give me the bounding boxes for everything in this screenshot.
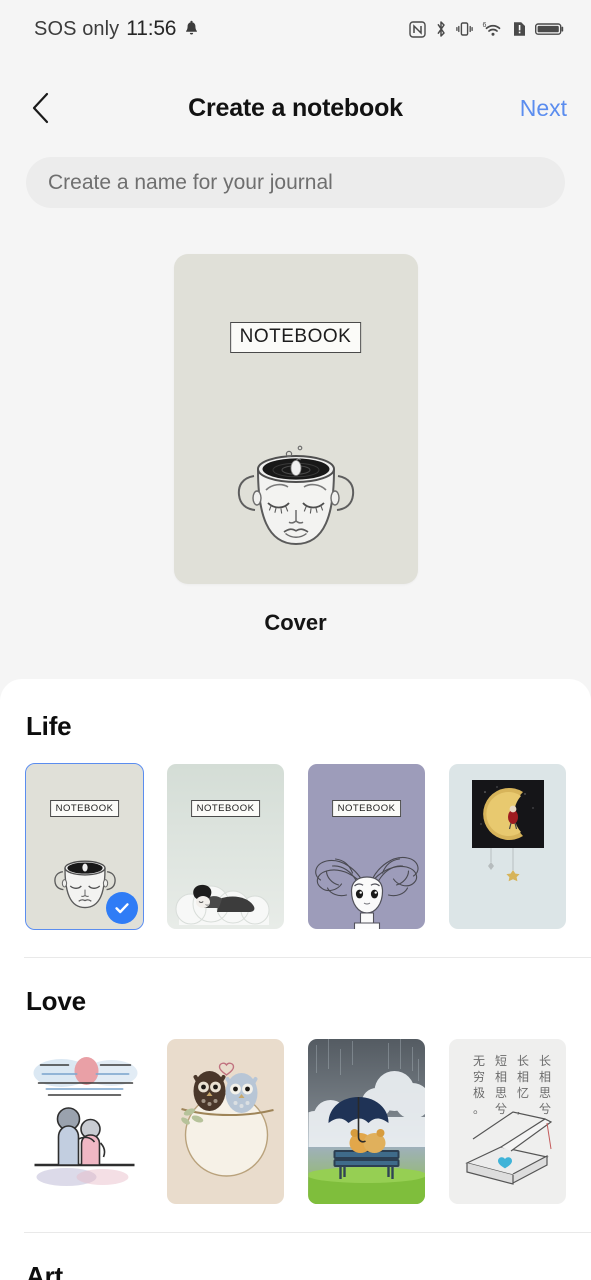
section-life: Life NOTEBOOK NOTEBOOK NOTEBOOK [0, 679, 591, 958]
thumb-notebook-label: NOTEBOOK [331, 800, 402, 817]
thumb-notebook-label: NOTEBOOK [49, 800, 120, 817]
calligraphy-open-box-illustration: 长相思兮 长相忆, 短相思兮 无穷极。 [464, 1054, 552, 1185]
svg-text:相: 相 [517, 1070, 529, 1084]
nfc-icon [409, 20, 426, 38]
cover-thumb-crescent-moon[interactable] [449, 764, 566, 929]
svg-text:兮: 兮 [495, 1102, 507, 1116]
battery-icon [535, 23, 564, 35]
carrier-label: SOS only [34, 17, 120, 40]
create-notebook-screen: SOS only 11:56 6 Create a notebook Next … [0, 0, 591, 1280]
selected-check-badge [106, 892, 138, 924]
girl-sleeping-on-clouds-illustration [175, 884, 269, 925]
alert-icon [514, 22, 525, 36]
cover-row-life: NOTEBOOK NOTEBOOK NOTEBOOK [0, 763, 591, 930]
section-title-love: Love [26, 986, 86, 1016]
face-cup-with-fish-illustration [237, 445, 354, 546]
svg-text:思: 思 [539, 1086, 551, 1100]
vibrate-icon [456, 22, 473, 36]
section-title-art: Art [26, 1261, 63, 1280]
svg-text:穷: 穷 [473, 1069, 485, 1084]
status-bar-right: 6 [409, 20, 565, 38]
thumb-notebook-label: NOTEBOOK [190, 800, 261, 817]
chevron-left-icon [32, 92, 49, 124]
svg-text:短: 短 [495, 1054, 507, 1068]
page-title: Create a notebook [188, 93, 403, 122]
page-header: Create a notebook Next [0, 80, 591, 136]
svg-text:无: 无 [473, 1054, 485, 1068]
teddy-bears-under-umbrella-illustration [308, 1039, 425, 1204]
section-art: Art [0, 1233, 591, 1280]
status-bar: SOS only 11:56 6 [0, 0, 591, 58]
bell-icon [186, 20, 198, 35]
cover-thumb-owls[interactable] [167, 1039, 284, 1204]
svg-text:极: 极 [473, 1086, 485, 1100]
svg-text:忆: 忆 [517, 1086, 529, 1100]
next-button[interactable]: Next [520, 80, 567, 136]
svg-text:长: 长 [517, 1054, 529, 1068]
svg-text:思: 思 [495, 1086, 507, 1100]
cover-preview-area: NOTEBOOK Cover [0, 254, 591, 636]
cover-thumb-teddy-umbrella[interactable] [308, 1039, 425, 1204]
wifi6-icon: 6 [483, 22, 501, 36]
notebook-name-input[interactable] [26, 157, 565, 208]
cover-caption: Cover [264, 610, 327, 635]
cover-row-love: 长相思兮 长相忆, 短相思兮 无穷极。 [0, 1039, 591, 1204]
check-icon [115, 903, 129, 914]
svg-text:。: 。 [473, 1102, 485, 1116]
cover-thumb-calligraphy-box[interactable]: 长相思兮 长相忆, 短相思兮 无穷极。 [449, 1039, 566, 1204]
clock-label: 11:56 [126, 17, 177, 40]
couple-watching-sunset-illustration [33, 1057, 137, 1186]
cover-preview-card[interactable]: NOTEBOOK [173, 254, 418, 584]
girl-with-flowing-hair-illustration [314, 856, 419, 929]
cover-notebook-label: NOTEBOOK [229, 322, 362, 353]
cover-thumb-flowing-hair-girl[interactable]: NOTEBOOK [308, 764, 425, 929]
bluetooth-icon [437, 21, 445, 37]
svg-text:相: 相 [539, 1070, 551, 1084]
svg-text:相: 相 [495, 1070, 507, 1084]
two-owls-on-branch-illustration [180, 1062, 274, 1177]
svg-text:兮: 兮 [539, 1102, 551, 1116]
back-button[interactable] [18, 80, 64, 136]
cover-thumb-couple-sunset[interactable] [26, 1039, 143, 1204]
golden-crescent-moon-illustration [471, 780, 544, 882]
cover-thumb-sleeping-girl[interactable]: NOTEBOOK [167, 764, 284, 929]
section-love: Love 长 相 思 兮 长 相 忆 , 短 相 思 兮 无 穷 极 。 [0, 958, 591, 1233]
section-title-life: Life [26, 711, 72, 741]
cover-picker-sheet: Life NOTEBOOK NOTEBOOK NOTEBOOK Love 长 相… [0, 679, 591, 1280]
status-bar-left: SOS only 11:56 [34, 17, 200, 41]
cover-thumb-face-cup[interactable]: NOTEBOOK [25, 763, 144, 930]
svg-text:长: 长 [539, 1054, 551, 1068]
